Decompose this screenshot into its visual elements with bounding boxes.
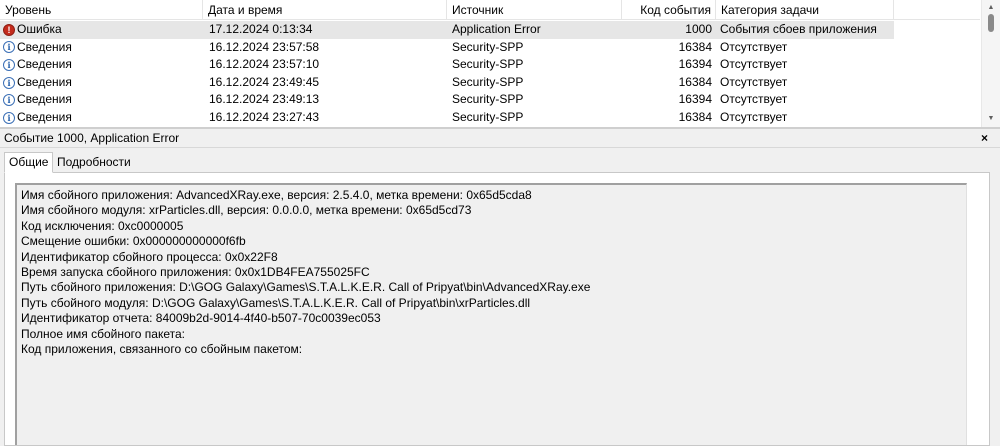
cell-level: i Сведения — [3, 74, 203, 92]
cell-category: События сбоев приложения — [720, 22, 877, 36]
table-row[interactable]: i Сведения 16.12.2024 23:49:45 Security-SPP… — [0, 74, 980, 92]
cell-code: 16394 — [678, 57, 712, 72]
scroll-up-icon[interactable]: ▲ — [982, 2, 1000, 14]
cell-code: 16384 — [678, 109, 712, 124]
description-line: Имя сбойного приложения: AdvancedXRay.ex… — [21, 188, 532, 202]
level-label: Сведения — [17, 57, 72, 72]
cell-date: 16.12.2024 23:57:10 — [209, 57, 320, 72]
cell-date: 17.12.2024 0:13:34 — [209, 22, 313, 36]
tab-details[interactable]: Подробности — [52, 152, 136, 173]
cell-category: Отсутствует — [720, 39, 788, 54]
cell-code: 16394 — [678, 92, 712, 107]
level-label: Сведения — [17, 74, 72, 89]
tab-panel-general: Имя сбойного приложения: AdvancedXRay.ex… — [4, 172, 990, 446]
cell-date: 16.12.2024 23:57:58 — [209, 39, 320, 54]
cell-source: Security-SPP — [452, 57, 524, 72]
event-description-box[interactable]: Имя сбойного приложения: AdvancedXRay.ex… — [15, 183, 967, 445]
event-rows: ! Ошибка 17.12.2024 0:13:34 Application Err… — [0, 21, 980, 127]
close-icon[interactable]: × — [981, 129, 988, 147]
column-header-level[interactable]: Уровень — [0, 0, 203, 20]
event-list-header: Уровень Дата и время Источник Код событи… — [0, 0, 980, 20]
info-icon: i — [3, 94, 15, 107]
description-line: Имя сбойного модуля: xrParticles.dll, ве… — [21, 203, 472, 218]
cell-category: Отсутствует — [720, 57, 788, 72]
cell-code: 16384 — [678, 74, 712, 89]
table-row[interactable]: i Сведения 16.12.2024 23:57:10 Security-SPP… — [0, 56, 980, 74]
description-line: Время запуска сбойного приложения: 0x0x1… — [21, 264, 370, 279]
cell-category: Отсутствует — [720, 74, 788, 89]
description-line: Код исключения: 0xc0000005 — [21, 218, 184, 233]
scroll-thumb[interactable] — [988, 14, 994, 32]
description-line: Путь сбойного приложения: D:\GOG Galaxy\… — [21, 280, 591, 295]
cell-level: ! Ошибка — [3, 21, 203, 39]
cell-source: Security-SPP — [452, 92, 524, 107]
cell-date: 16.12.2024 23:49:13 — [209, 92, 320, 107]
cell-date: 16.12.2024 23:27:43 — [209, 109, 320, 124]
column-header-date[interactable]: Дата и время — [203, 0, 447, 20]
cell-code: 1000 — [685, 22, 712, 36]
scroll-down-icon[interactable]: ▼ — [982, 113, 1000, 125]
details-pane: Общие Подробности Имя сбойного приложени… — [0, 148, 1000, 446]
details-title-bar: Событие 1000, Application Error × — [0, 129, 1000, 148]
description-line: Полное имя сбойного пакета: — [21, 326, 186, 341]
table-row[interactable]: ! Ошибка 17.12.2024 0:13:34 Application Err… — [0, 21, 980, 39]
level-label: Сведения — [17, 39, 72, 54]
level-label: Сведения — [17, 109, 72, 124]
cell-category: Отсутствует — [720, 92, 788, 107]
info-icon: i — [3, 41, 15, 54]
cell-date: 16.12.2024 23:49:45 — [209, 74, 320, 89]
row-filler — [894, 21, 980, 39]
description-line: Путь сбойного модуля: D:\GOG Galaxy\Game… — [21, 295, 531, 310]
table-row[interactable]: i Сведения 16.12.2024 23:49:13 Security-SPP… — [0, 91, 980, 109]
cell-level: i Сведения — [3, 91, 203, 109]
description-line: Код приложения, связанного со сбойным па… — [21, 341, 303, 356]
event-list[interactable]: Уровень Дата и время Источник Код событи… — [0, 0, 1000, 127]
table-row[interactable]: i Сведения 16.12.2024 23:27:43 Security-SPP… — [0, 109, 980, 127]
level-label: Сведения — [17, 92, 72, 107]
cell-category: Отсутствует — [720, 109, 788, 124]
error-icon: ! — [3, 23, 15, 36]
description-line: Смещение ошибки: 0x000000000000f6fb — [21, 234, 246, 249]
column-header-code[interactable]: Код события — [622, 0, 716, 20]
cell-source: Security-SPP — [452, 74, 524, 89]
cell-code: 16384 — [678, 39, 712, 54]
cell-level: i Сведения — [3, 109, 203, 127]
info-icon: i — [3, 58, 15, 71]
description-line: Идентификатор сбойного процесса: 0x0x22F… — [21, 249, 278, 264]
cell-source: Security-SPP — [452, 109, 524, 124]
event-description-text: Имя сбойного приложения: AdvancedXRay.ex… — [21, 188, 590, 357]
details-title: Событие 1000, Application Error — [4, 131, 180, 145]
column-header-category[interactable]: Категория задачи — [716, 0, 894, 20]
table-row[interactable]: i Сведения 16.12.2024 23:57:58 Security-SPP… — [0, 39, 980, 57]
tab-general[interactable]: Общие — [4, 152, 54, 173]
cell-level: i Сведения — [3, 39, 203, 57]
description-line: Идентификатор отчета: 84009b2d-9014-4f40… — [21, 311, 381, 326]
column-header-source[interactable]: Источник — [447, 0, 622, 20]
cell-level: i Сведения — [3, 56, 203, 74]
info-icon: i — [3, 111, 15, 124]
level-label: Ошибка — [17, 22, 62, 36]
cell-source: Security-SPP — [452, 39, 524, 54]
event-list-scrollbar[interactable]: ▲ ▼ — [981, 0, 1000, 127]
info-icon: i — [3, 76, 15, 89]
cell-source: Application Error — [452, 22, 541, 36]
